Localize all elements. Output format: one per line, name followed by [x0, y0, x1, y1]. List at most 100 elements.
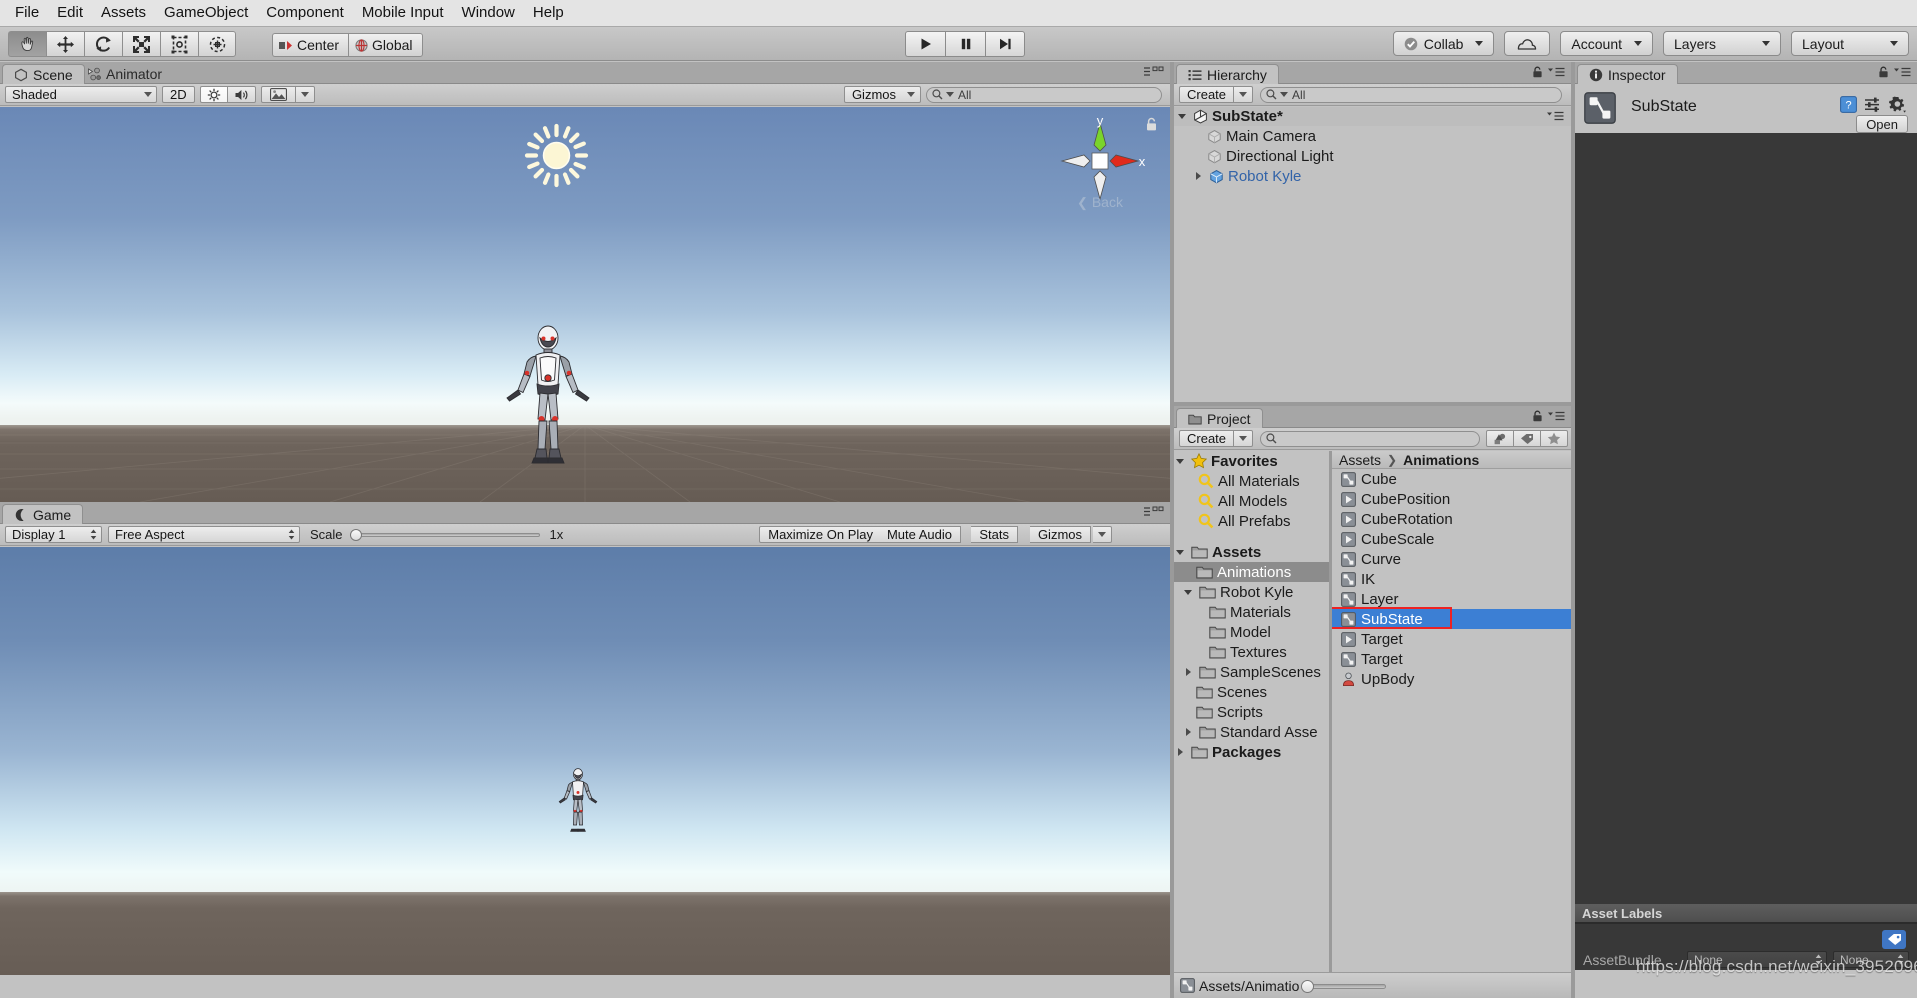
game-gizmos-dropdown[interactable] — [1093, 526, 1112, 543]
chevron-down-icon[interactable] — [1176, 547, 1187, 558]
project-create-button[interactable]: Create — [1179, 430, 1235, 447]
project-tree-item-all-materials[interactable]: All Materials — [1174, 471, 1329, 491]
project-asset-list[interactable]: Assets ❯ Animations Cube CubePosition Cu… — [1332, 451, 1571, 972]
menu-item-component[interactable]: Component — [257, 0, 353, 26]
lock-icon[interactable] — [1532, 410, 1543, 422]
project-tree-item-all-prefabs[interactable]: All Prefabs — [1174, 511, 1329, 531]
hierarchy-create-dropdown[interactable] — [1234, 86, 1254, 103]
asset-row-cuberotation[interactable]: CubeRotation — [1332, 509, 1571, 529]
rect-tool-button[interactable] — [160, 31, 198, 57]
collab-button[interactable]: Collab — [1392, 31, 1495, 56]
scale-tool-button[interactable] — [122, 31, 160, 57]
scene-search-input[interactable]: All — [926, 86, 1162, 103]
chevron-right-icon[interactable] — [1194, 171, 1205, 182]
project-folder-tree[interactable]: Favorites All Materials All Models All P… — [1174, 451, 1329, 972]
menu-item-mobile-input[interactable]: Mobile Input — [353, 0, 453, 26]
project-zoom-thumb[interactable] — [1301, 979, 1315, 993]
panel-menu-icon[interactable] — [1894, 67, 1911, 78]
menu-item-file[interactable]: File — [6, 0, 48, 26]
hierarchy-item-main-camera[interactable]: Main Camera — [1174, 126, 1571, 146]
menu-item-edit[interactable]: Edit — [48, 0, 92, 26]
hand-tool-button[interactable] — [8, 31, 46, 57]
gear-icon[interactable] — [1888, 96, 1907, 113]
chevron-right-icon[interactable] — [1184, 727, 1195, 738]
hierarchy-item-directional-light[interactable]: Directional Light — [1174, 146, 1571, 166]
menu-item-gameobject[interactable]: GameObject — [155, 0, 257, 26]
asset-row-ik[interactable]: IK — [1332, 569, 1571, 589]
project-tree-item-materials[interactable]: Materials — [1174, 602, 1329, 622]
cloud-button[interactable] — [1504, 31, 1551, 56]
chevron-right-icon[interactable] — [1184, 667, 1195, 678]
pause-button[interactable] — [945, 31, 985, 57]
tab-inspector[interactable]: Inspector — [1577, 64, 1678, 84]
layout-button[interactable]: Layout — [1791, 31, 1909, 56]
effects-dropdown[interactable] — [295, 86, 315, 103]
lock-icon[interactable] — [1532, 66, 1543, 78]
display-dropdown[interactable]: Display 1 — [5, 526, 102, 543]
asset-row-cubeposition[interactable]: CubePosition — [1332, 489, 1571, 509]
breadcrumb-animations[interactable]: Animations — [1403, 452, 1479, 468]
tab-hierarchy[interactable]: Hierarchy — [1176, 64, 1279, 84]
tab-game[interactable]: Game — [2, 504, 84, 524]
project-tree-item-scripts[interactable]: Scripts — [1174, 702, 1329, 722]
menu-item-window[interactable]: Window — [453, 0, 524, 26]
scene-gizmos-button[interactable]: Gizmos — [843, 86, 904, 103]
game-gizmos-button[interactable]: Gizmos — [1029, 526, 1091, 543]
project-tree-item-robot-kyle[interactable]: Robot Kyle — [1174, 582, 1329, 602]
pivot-mode-button[interactable]: Center — [272, 33, 349, 57]
menu-item-help[interactable]: Help — [524, 0, 573, 26]
draw-mode-dropdown[interactable]: Shaded — [5, 86, 157, 103]
asset-row-cube[interactable]: Cube — [1332, 469, 1571, 489]
project-tree-item-animations[interactable]: Animations — [1174, 562, 1329, 582]
asset-row-cubescale[interactable]: CubeScale — [1332, 529, 1571, 549]
tab-animator[interactable]: Animator — [76, 64, 173, 84]
toggle-2d-button[interactable]: 2D — [162, 86, 195, 103]
project-tree-item-samplescenes[interactable]: SampleScenes — [1174, 662, 1329, 682]
project-tree-item-textures[interactable]: Textures — [1174, 642, 1329, 662]
project-tree-item-standard-assets[interactable]: Standard Asse — [1174, 722, 1329, 742]
chevron-down-icon[interactable] — [1176, 456, 1187, 467]
step-button[interactable] — [985, 31, 1025, 57]
game-viewport[interactable] — [0, 547, 1170, 975]
tab-scene[interactable]: Scene — [2, 64, 85, 84]
play-button[interactable] — [905, 31, 945, 57]
account-button[interactable]: Account — [1560, 31, 1653, 56]
project-favorite-button[interactable] — [1541, 430, 1568, 447]
chevron-down-icon[interactable] — [1184, 587, 1195, 598]
hierarchy-item-robot-kyle[interactable]: Robot Kyle — [1174, 166, 1571, 186]
scene-orientation-gizmo[interactable]: y x ❮ Back — [1054, 113, 1146, 210]
move-tool-button[interactable] — [46, 31, 84, 57]
help-icon[interactable]: ? — [1840, 96, 1857, 113]
project-create-dropdown[interactable] — [1234, 430, 1254, 447]
toggle-audio-button[interactable] — [227, 86, 256, 103]
robot-kyle-scene-model[interactable] — [500, 322, 596, 467]
effects-button[interactable] — [260, 86, 296, 103]
open-button[interactable]: Open — [1856, 115, 1908, 133]
scene-context-menu-icon[interactable] — [1547, 111, 1564, 122]
add-label-button[interactable] — [1882, 930, 1906, 949]
asset-row-curve[interactable]: Curve — [1332, 549, 1571, 569]
project-filter-label-button[interactable] — [1514, 430, 1541, 447]
project-search-input[interactable] — [1260, 430, 1480, 447]
lock-icon[interactable] — [1878, 66, 1889, 78]
project-tree-item-model[interactable]: Model — [1174, 622, 1329, 642]
scene-lock-icon[interactable] — [1145, 117, 1158, 132]
layers-button[interactable]: Layers — [1663, 31, 1781, 56]
aspect-dropdown[interactable]: Free Aspect — [108, 526, 300, 543]
menu-item-assets[interactable]: Assets — [92, 0, 155, 26]
project-tree-item-favorites[interactable]: Favorites — [1174, 451, 1329, 471]
asset-row-target-controller[interactable]: Target — [1332, 649, 1571, 669]
scene-viewport[interactable]: y x ❮ Back — [0, 107, 1170, 502]
preset-icon[interactable] — [1864, 96, 1881, 113]
rotate-tool-button[interactable] — [84, 31, 122, 57]
asset-row-upbody[interactable]: UpBody — [1332, 669, 1571, 689]
scale-slider[interactable] — [349, 526, 540, 543]
panel-menu-icon[interactable] — [1548, 67, 1565, 78]
asset-row-layer[interactable]: Layer — [1332, 589, 1571, 609]
maximize-on-play-button[interactable]: Maximize On Play — [759, 526, 882, 543]
transform-tool-button[interactable] — [198, 31, 236, 57]
toggle-lighting-button[interactable] — [199, 86, 228, 103]
asset-row-target-clip[interactable]: Target — [1332, 629, 1571, 649]
project-filter-type-button[interactable] — [1486, 430, 1514, 447]
project-tree-item-assets[interactable]: Assets — [1174, 542, 1329, 562]
